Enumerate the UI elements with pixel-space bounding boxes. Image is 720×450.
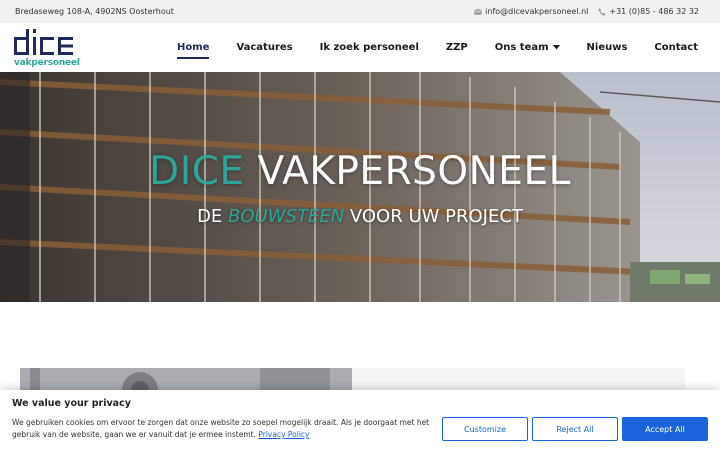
address-text: Bredaseweg 108-A, 4902NS Oosterhout: [15, 7, 174, 16]
cookie-title: We value your privacy: [12, 398, 131, 409]
hero-sub-pre: DE: [197, 206, 229, 227]
nav-contact[interactable]: Contact: [654, 36, 698, 59]
phone-icon: [598, 7, 606, 16]
email-text: info@dicevakpersoneel.nl: [485, 7, 589, 16]
cookie-text: We gebruiken cookies om ervoor te zorgen…: [12, 417, 432, 441]
site-logo[interactable]: vakpersoneel: [14, 27, 80, 68]
hero-title: DICE VAKPERSONEEL: [0, 149, 720, 194]
email-link[interactable]: info@dicevakpersoneel.nl: [474, 7, 588, 16]
phone-text: +31 (0)85 - 486 32 32: [609, 7, 699, 16]
nav-nieuws[interactable]: Nieuws: [587, 36, 628, 59]
cookie-body: We gebruiken cookies om ervoor te zorgen…: [12, 418, 430, 439]
nav-ik-zoek-personeel[interactable]: Ik zoek personeel: [320, 36, 419, 59]
nav-ons-team-label: Ons team: [494, 42, 549, 53]
nav-home[interactable]: Home: [176, 36, 210, 59]
top-contact: info@dicevakpersoneel.nl +31 (0)85 - 486…: [474, 7, 699, 16]
logo-subtitle: vakpersoneel: [14, 58, 80, 68]
cookie-banner: We value your privacy We gebruiken cooki…: [0, 390, 720, 450]
hero-banner: DICE VAKPERSONEEL DE BOUWSTEEN VOOR UW P…: [0, 72, 720, 302]
phone-link[interactable]: +31 (0)85 - 486 32 32: [598, 7, 699, 16]
site-header: vakpersoneel Home Vacatures Ik zoek pers…: [0, 23, 720, 72]
privacy-policy-link[interactable]: Privacy Policy: [258, 430, 309, 439]
main-nav: Home Vacatures Ik zoek personeel ZZP Ons…: [176, 36, 698, 59]
hero-title-accent: DICE: [149, 149, 245, 194]
envelope-icon: [474, 8, 483, 15]
nav-zzp[interactable]: ZZP: [446, 36, 468, 59]
nav-ons-team[interactable]: Ons team: [495, 36, 560, 59]
hero-sub-accent: BOUWSTEEN: [228, 206, 345, 227]
nav-vacatures[interactable]: Vacatures: [236, 36, 292, 59]
chevron-down-icon: [552, 45, 560, 50]
cookie-buttons: Customize Reject All Accept All: [442, 417, 708, 441]
reject-all-button[interactable]: Reject All: [532, 417, 618, 441]
top-bar: Bredaseweg 108-A, 4902NS Oosterhout info…: [0, 0, 720, 23]
customize-button[interactable]: Customize: [442, 417, 528, 441]
dice-logo-mark: [14, 29, 73, 55]
hero-subtitle: DE BOUWSTEEN VOOR UW PROJECT: [0, 206, 720, 227]
hero-sub-post: VOOR UW PROJECT: [344, 206, 523, 227]
accept-all-button[interactable]: Accept All: [622, 417, 708, 441]
hero-title-rest: VAKPERSONEEL: [244, 149, 571, 194]
